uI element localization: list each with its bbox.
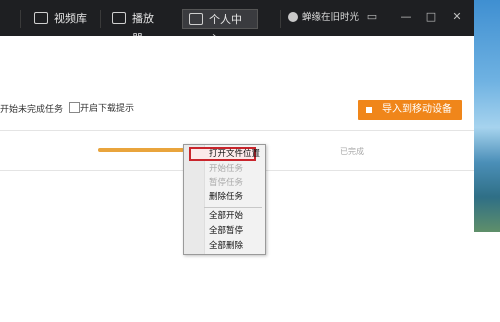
download-tip-checkbox[interactable] <box>69 102 80 113</box>
film-icon <box>34 12 48 24</box>
window-titlebar: 视频库 播放器 个人中心 蝉缘在旧时光 ▭ — □ ✕ <box>0 0 474 46</box>
menu-item-start-task[interactable]: 开始任务 <box>184 163 265 176</box>
close-icon[interactable]: ✕ <box>449 9 465 25</box>
tab-divider <box>100 10 101 28</box>
menu-item-delete-task[interactable]: 删除任务 <box>184 191 265 204</box>
menu-item-delete-all[interactable]: 全部删除 <box>184 240 265 253</box>
user-name: 蝉缘在旧时光 <box>302 12 360 23</box>
menu-item-start-all[interactable]: 全部开始 <box>184 210 265 223</box>
skin-icon[interactable]: ▭ <box>364 9 380 25</box>
task-progress-fill <box>98 148 184 152</box>
download-tip-label: 开启下载提示 <box>80 104 135 114</box>
menu-item-pause-all[interactable]: 全部暂停 <box>184 225 265 238</box>
maximize-icon[interactable]: □ <box>423 9 439 25</box>
tab-personal-center[interactable]: 个人中心 <box>182 9 258 46</box>
tab-divider <box>280 10 281 28</box>
import-button-label: 导入到移动设备 <box>382 104 452 115</box>
auto-start-option-label: 开始未完成任务 <box>0 105 64 115</box>
desktop-area <box>474 232 500 322</box>
tab-player[interactable]: 播放器 <box>106 9 170 45</box>
desktop-wallpaper <box>474 0 500 232</box>
context-menu: 打开文件位置 开始任务 暂停任务 删除任务 全部开始 全部暂停 全部删除 <box>183 144 266 255</box>
import-to-mobile-button[interactable]: 导入到移动设备 <box>358 100 462 120</box>
minimize-icon[interactable]: — <box>398 9 414 25</box>
divider <box>0 130 474 131</box>
qr-code-icon <box>363 104 375 116</box>
avatar-icon <box>288 12 298 22</box>
play-icon <box>112 12 126 24</box>
tab-video-library[interactable]: 视频库 <box>28 9 96 29</box>
tab-video-library-label: 视频库 <box>54 12 87 25</box>
menu-separator <box>204 207 262 208</box>
menu-item-pause-task[interactable]: 暂停任务 <box>184 177 265 190</box>
tab-divider <box>20 10 21 28</box>
task-status: 已完成 <box>340 147 364 156</box>
menu-item-open-file-location[interactable]: 打开文件位置 <box>189 147 260 161</box>
user-icon <box>189 13 203 25</box>
